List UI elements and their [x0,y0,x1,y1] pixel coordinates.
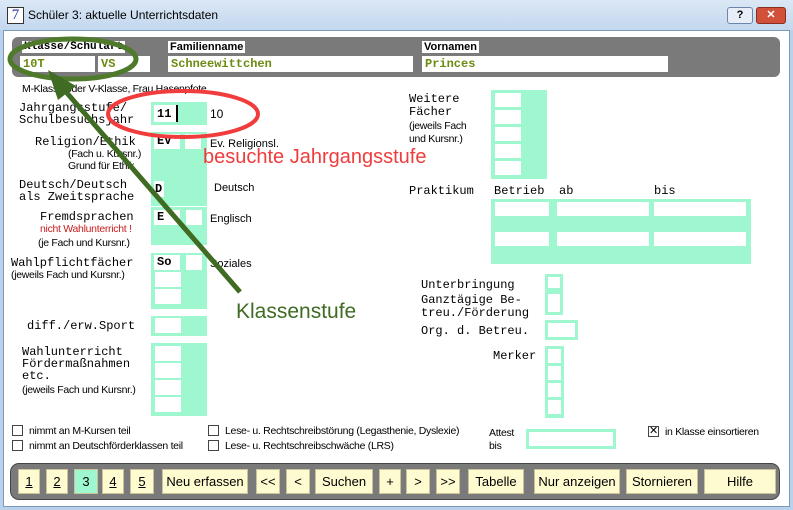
green-annotation-text: Klassenstufe [236,300,357,323]
green-arrow-line [58,83,242,294]
annotation-layer [7,36,260,294]
red-annotation-text: besuchte Jahrgangsstufe [203,146,427,168]
green-ellipse [7,36,139,82]
red-ellipse [106,89,260,139]
